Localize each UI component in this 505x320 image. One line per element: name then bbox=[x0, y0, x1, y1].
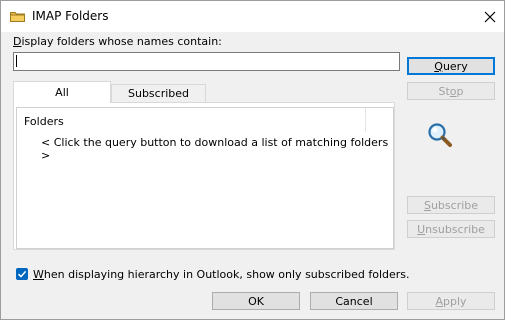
ok-button[interactable]: OK bbox=[212, 292, 300, 310]
magnifier-icon bbox=[428, 123, 452, 147]
stop-button[interactable]: St o p bbox=[407, 82, 495, 100]
list-empty-message: < Click the query button to download a l… bbox=[41, 136, 389, 162]
folder-name-filter-input[interactable] bbox=[13, 52, 400, 71]
text-caret bbox=[16, 55, 17, 67]
folder-icon bbox=[10, 12, 25, 22]
tab-subscribed[interactable]: Subscribed bbox=[111, 84, 206, 102]
subscribed-only-label[interactable]: When displaying hierarchy in Outlook, sh… bbox=[33, 268, 410, 281]
subscribe-button[interactable]: Subscribe bbox=[407, 196, 495, 214]
subscribed-only-checkbox[interactable] bbox=[16, 268, 28, 280]
apply-button[interactable]: Apply bbox=[407, 292, 495, 310]
window-title: IMAP Folders bbox=[32, 9, 109, 23]
column-header-folders: Folders bbox=[24, 115, 64, 128]
query-button[interactable]: Query bbox=[407, 57, 495, 75]
filter-label: Display folders whose names contain: bbox=[13, 35, 222, 48]
tab-all[interactable]: All bbox=[13, 81, 111, 103]
close-button[interactable] bbox=[475, 1, 505, 32]
unsubscribe-button[interactable]: Unsubscribe bbox=[407, 220, 495, 238]
title-bar: IMAP Folders bbox=[1, 1, 504, 32]
cancel-button[interactable]: Cancel bbox=[310, 292, 398, 310]
folder-list[interactable]: Folders < Click the query button to down… bbox=[16, 107, 394, 249]
imap-folders-dialog: IMAP Folders Display folders whose names… bbox=[0, 0, 505, 320]
close-icon bbox=[484, 11, 496, 22]
checkmark-icon bbox=[17, 270, 27, 278]
list-column-header[interactable]: Folders bbox=[17, 108, 366, 132]
